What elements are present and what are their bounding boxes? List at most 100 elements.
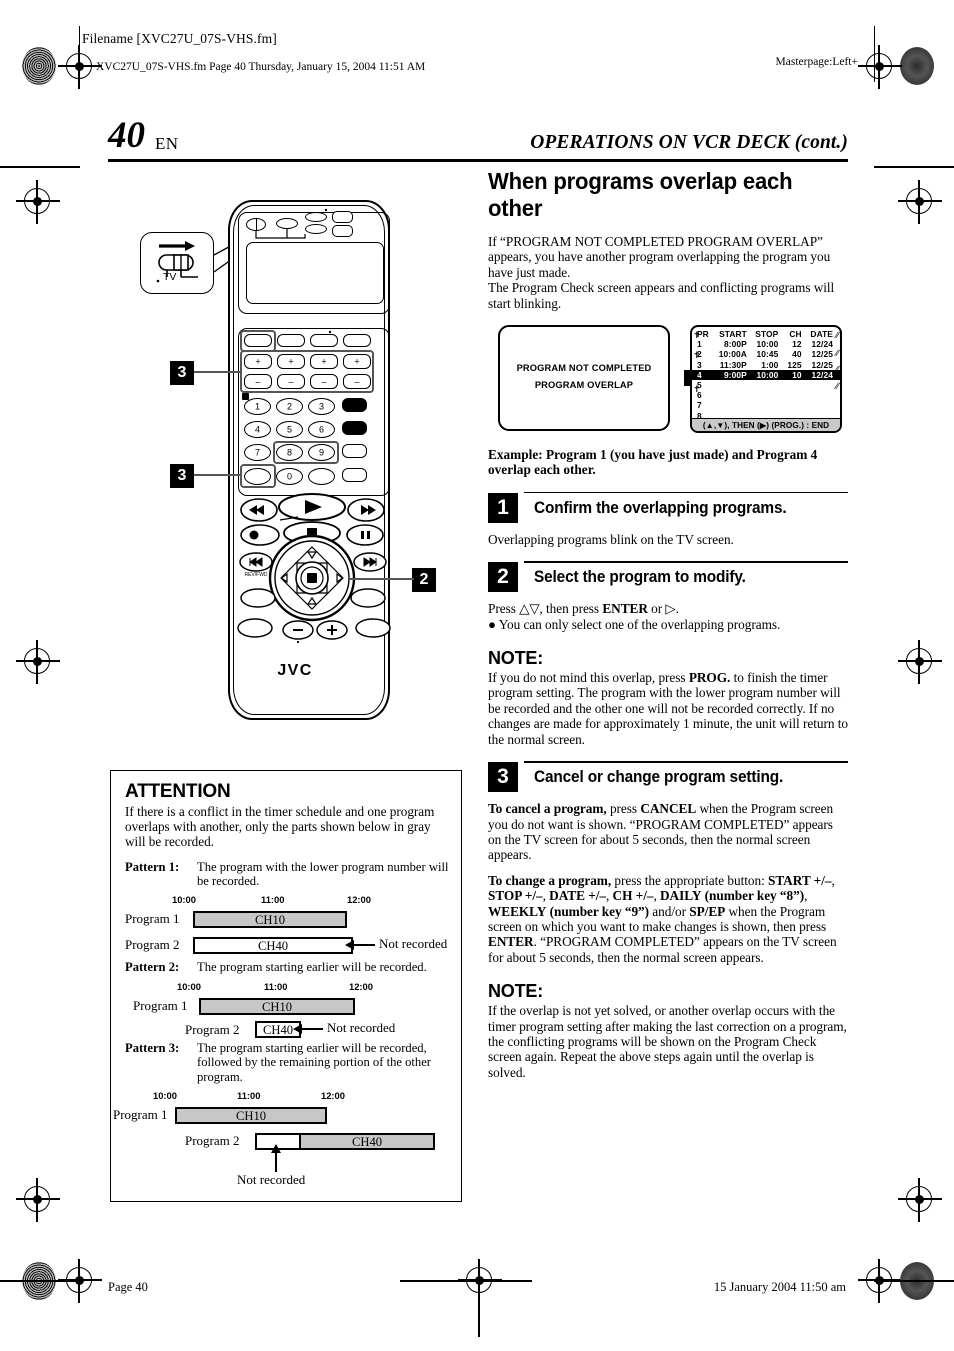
- table-row[interactable]: 3 11:30P 1:00 125 12/25: [692, 360, 840, 370]
- pattern-2-row: Pattern 2: The program starting earlier …: [125, 960, 450, 974]
- pattern-3-row-2-label: Program 2: [185, 1133, 240, 1149]
- pattern-1-tick-1: 10:00: [172, 894, 196, 906]
- pattern-2-row-2-label: Program 2: [185, 1021, 240, 1037]
- remote-control-illustration: TV + + + + – – – – 1 2 3 4 5 6 7 8 9 0 R…: [130, 180, 460, 750]
- dpad-control: [268, 534, 356, 622]
- highlight-box-cancel-key: [240, 464, 276, 488]
- col-header-stop: STOP: [755, 329, 779, 340]
- pattern-1-desc: The program with the lower program numbe…: [197, 859, 449, 889]
- pattern-2-label: Pattern 2:: [125, 960, 180, 975]
- registration-mark-low-right: [898, 640, 942, 684]
- slug-path-line: XVC27U_07S-VHS.fm Page 40 Thursday, Janu…: [96, 61, 426, 73]
- skip-back-button: [239, 552, 273, 572]
- rewind-button: [240, 498, 278, 522]
- callout-step-2: 2: [412, 568, 436, 592]
- pattern-2-desc: The program starting earlier will be rec…: [197, 960, 427, 975]
- footer-page-label: Page 40: [108, 1280, 148, 1294]
- volume-plus-key: [316, 620, 348, 640]
- callout-leader-2: [350, 578, 414, 581]
- step-3-title: Cancel or change program setting.: [534, 768, 784, 787]
- example-caption: Example: Program 1 (you have just made) …: [488, 447, 818, 478]
- pattern-3-annotation: Not recorded: [237, 1172, 306, 1188]
- registration-mark-top-right: [858, 45, 902, 89]
- program-check-footer: (▲,▼), THEN (▶) (PROG.) : END: [692, 418, 840, 432]
- density-patch-left: [22, 47, 56, 85]
- pattern-3-row: Pattern 3: The program starting earlier …: [125, 1041, 450, 1084]
- volume-minus-key: [282, 620, 314, 640]
- lower-right-key: [350, 588, 386, 608]
- jvc-brand-logo: JVC: [277, 662, 313, 679]
- tv-warning-line-1: PROGRAM NOT COMPLETED: [516, 363, 652, 374]
- pattern-1-row: Pattern 1: The program with the lower pr…: [125, 860, 450, 889]
- table-row[interactable]: 5: [692, 380, 840, 390]
- attention-box: ATTENTION If there is a conflict in the …: [110, 770, 462, 1202]
- callout-leader-3-lower: [194, 474, 242, 477]
- pattern-1-bar-program-1: CH10: [193, 911, 347, 929]
- section-title: When programs overlap each other: [488, 168, 793, 221]
- pause-button: [346, 524, 384, 546]
- skip-forward-button: [353, 552, 387, 572]
- cell-date: 12/25: [811, 359, 833, 370]
- cell-ch: 10: [779, 369, 803, 381]
- crop-line-top-left: [0, 166, 80, 168]
- cell-pr: 7: [697, 400, 702, 411]
- table-row[interactable]: 6: [692, 390, 840, 400]
- pattern-1-label: Pattern 1:: [125, 859, 180, 874]
- pattern-1-annotation: Not recorded: [379, 936, 448, 952]
- table-row-highlighted[interactable]: 4 9:00P 10:00 10 12/24: [692, 369, 840, 381]
- cell-date: 12/24: [811, 339, 833, 350]
- cell-date: 12/25: [811, 349, 833, 360]
- play-button: [278, 493, 346, 521]
- program-check-screen: PR START STOP CH DATE 1 8:00P 10:00 12 1…: [690, 325, 842, 434]
- highlight-box-plus-minus-keys: [240, 350, 374, 393]
- attention-title: ATTENTION: [125, 781, 231, 802]
- fast-forward-button: [347, 498, 385, 522]
- page-language-code: EN: [155, 134, 179, 153]
- page-header: 40 EN OPERATIONS ON VCR DECK (cont.): [108, 116, 848, 160]
- rev-fwd-micro-label: REV/FWD: [244, 572, 267, 578]
- pattern-3-desc: The program starting earlier will be rec…: [197, 1040, 431, 1084]
- pattern-2-bar-1-channel: CH10: [261, 999, 293, 1014]
- slug-filename: Filename [XVC27U_07S-VHS.fm]: [82, 31, 277, 46]
- step-2: 2 Select the program to modify. Press △▽…: [488, 561, 848, 632]
- footer-timestamp: 15 January 2004 11:50 am: [713, 1280, 846, 1294]
- crop-line-bottom-left: [0, 1280, 80, 1282]
- pattern-1-chart: 10:00 11:00 12:00 Program 1 CH10 Program…: [125, 894, 450, 956]
- step-1-title: Confirm the overlapping programs.: [534, 498, 787, 517]
- step-2-rule: [524, 561, 848, 563]
- tv-warning-line-2: PROGRAM OVERLAP: [534, 380, 634, 391]
- pattern-1-row-1-label: Program 1: [125, 911, 180, 927]
- step-3-number: 3: [488, 762, 518, 793]
- col-header-ch: CH: [789, 329, 802, 340]
- table-row[interactable]: 2 10:00A 10:45 40 12/25: [692, 349, 840, 359]
- table-row[interactable]: 7: [692, 400, 840, 410]
- col-header-start: START: [719, 329, 747, 340]
- section-intro-1: If “PROGRAM NOT COMPLETED PROGRAM OVERLA…: [488, 234, 831, 280]
- cell-date: 12/24: [802, 369, 840, 381]
- step-1-rule: [524, 491, 848, 494]
- slug-masterpage: Masterpage:Left+: [775, 56, 858, 68]
- step-2-bullet: ● You can only select one of the overlap…: [488, 616, 781, 632]
- crop-line-bottom-right: [874, 1280, 954, 1282]
- change-program-paragraph: To change a program, press the appropria…: [488, 872, 837, 965]
- cell-ch: 40: [792, 349, 802, 360]
- pattern-2-bar-program-1: CH10: [199, 997, 355, 1015]
- note-1-heading: NOTE:: [488, 648, 543, 669]
- pattern-3-bar-1-channel: CH10: [235, 1109, 267, 1124]
- registration-mark-mid-right: [898, 180, 942, 224]
- table-row[interactable]: 1 8:00P 10:00 12 12/24: [692, 339, 840, 349]
- cell-start: 10:00A: [718, 349, 747, 360]
- registration-mark-bottom-left: [16, 1178, 60, 1222]
- step-1-body: Overlapping programs blink on the TV scr…: [488, 531, 734, 547]
- header-rule: [108, 159, 848, 162]
- cell-stop: 10:00: [747, 369, 780, 381]
- lower-left-key: [240, 588, 276, 608]
- blink-mark-right-2: ∕∕: [835, 348, 839, 359]
- highlight-box-func-key: [240, 330, 276, 352]
- step-2-title: Select the program to modify.: [534, 568, 746, 587]
- pattern-3-bar-program-2: CH40: [255, 1133, 435, 1151]
- pattern-1-bar-1-channel: CH10: [254, 913, 286, 928]
- callout-step-3-lower: 3: [170, 464, 194, 488]
- crop-line-center-bottom-vert: [478, 1267, 480, 1337]
- pattern-2-tick-3: 12:00: [349, 980, 373, 992]
